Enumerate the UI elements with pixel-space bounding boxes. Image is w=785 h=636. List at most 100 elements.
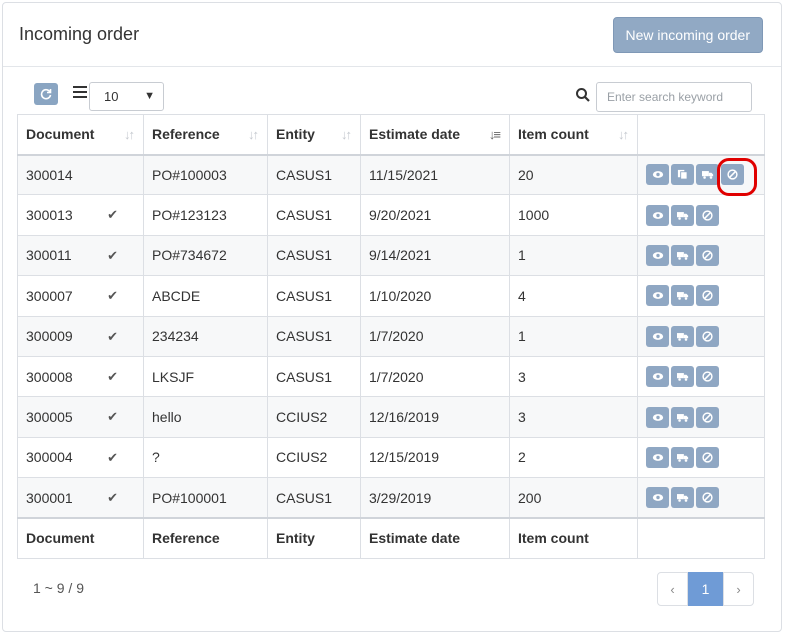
view-icon [652,251,664,260]
cancel-icon [702,209,713,221]
pagination-info: 1 ~ 9 / 9 [33,580,84,596]
view-button[interactable] [646,244,669,266]
cell-estimate-date: 12/15/2019 [360,436,510,479]
truck-icon [676,493,689,502]
view-icon [652,332,664,341]
view-icon [652,493,664,502]
cell-item-count: 1 [509,234,638,277]
table-row[interactable]: 300005 ✔ hello CCIUS2 12/16/2019 3 [17,396,765,438]
cell-actions [637,315,765,357]
row-actions [646,244,756,266]
copy-icon [677,169,688,180]
col-item-count[interactable]: Item count ↓↑ [509,114,638,156]
page-1-button[interactable]: 1 [688,572,723,606]
cell-actions [637,355,765,398]
cell-estimate-date: 9/14/2021 [360,234,510,277]
cell-actions [637,234,765,277]
page-size-select[interactable]: 10 ▼ [89,82,164,111]
truck-button[interactable] [671,204,694,226]
cell-reference: hello [143,396,268,438]
cell-entity: CASUS1 [267,153,361,196]
cell-document: 300007 ✔ [17,275,144,317]
view-button[interactable] [646,446,669,468]
table-toolbar: 10 ▼ [3,67,781,119]
refresh-button[interactable] [34,83,58,105]
view-button[interactable] [646,285,669,307]
table-row[interactable]: 300004 ✔? CCIUS2 12/15/2019 2 [17,436,765,479]
row-actions [646,446,756,468]
footer-item-count: Item count [509,517,638,559]
truck-button[interactable] [671,406,694,428]
table-row[interactable]: 300009 ✔ 234234 CASUS1 1/7/2020 1 [17,315,765,357]
cancel-button[interactable] [721,164,744,186]
cancel-button[interactable] [696,325,719,347]
view-button[interactable] [646,204,669,226]
cell-reference: ABCDE [143,275,268,317]
truck-button[interactable] [671,244,694,266]
cell-estimate-date: 1/10/2020 [360,275,510,317]
cancel-icon [702,290,713,301]
next-page-button[interactable]: › [723,572,754,606]
row-actions [646,285,756,307]
document-number: 300014 [26,166,73,183]
cell-reference: 234234 [143,315,268,357]
view-button[interactable] [646,366,669,388]
prev-page-button[interactable]: ‹ [657,572,688,606]
truck-button[interactable] [671,487,694,509]
cell-document: 300009 ✔ [17,315,144,357]
view-icon [652,413,664,422]
document-number: 300001 [26,489,73,506]
page-title: Incoming order [19,24,140,44]
cell-entity: CASUS1 [267,355,361,398]
table-row[interactable]: 300007 ✔ ABCDE CASUS1 1/10/2020 4 [17,275,765,317]
truck-button[interactable] [671,446,694,468]
col-item-count-label: Item count [518,126,589,143]
check-icon: ✔ [107,449,118,465]
truck-button[interactable] [696,164,719,186]
cancel-icon [702,411,713,423]
cancel-button[interactable] [696,406,719,428]
table-row[interactable]: 300014 PO#100003 CASUS1 11/15/2021 20 [17,153,765,196]
cancel-icon [702,331,713,342]
cell-item-count: 20 [509,153,638,196]
cell-document: 300014 [17,153,144,196]
cell-actions [637,477,765,519]
col-estimate-date[interactable]: Estimate date ↓≡ [360,114,510,156]
cell-actions [637,275,765,317]
table-row[interactable]: 300001 ✔ PO#100001 CASUS1 3/29/2019 200 [17,477,765,519]
table-row[interactable]: 300013 ✔ PO#123123 CASUS1 9/20/2021 1000 [17,194,765,236]
cell-entity: CASUS1 [267,477,361,519]
cancel-button[interactable] [696,285,719,307]
col-document[interactable]: Document ↓↑ [17,114,144,156]
cancel-button[interactable] [696,446,719,468]
footer-estimate-date: Estimate date [360,517,510,559]
new-incoming-order-button[interactable]: New incoming order [612,16,763,53]
truck-button[interactable] [671,285,694,307]
cell-item-count: 200 [509,477,638,519]
cancel-button[interactable] [696,366,719,388]
cell-estimate-date: 3/29/2019 [360,477,510,519]
footer-reference: Reference [143,517,268,559]
row-actions [646,406,756,428]
row-actions [646,325,756,347]
cell-reference: PO#734672 [143,234,268,277]
view-button[interactable] [646,325,669,347]
table-row[interactable]: 300011 ✔ PO#734672 CASUS1 9/14/2021 1 [17,234,765,277]
cancel-button[interactable] [696,204,719,226]
view-button[interactable] [646,406,669,428]
col-estimate-date-label: Estimate date [369,126,461,143]
cell-entity: CASUS1 [267,194,361,236]
view-button[interactable] [646,164,669,186]
view-button[interactable] [646,487,669,509]
cancel-button[interactable] [696,244,719,266]
col-entity[interactable]: Entity ↓↑ [267,114,361,156]
copy-button[interactable] [671,164,694,186]
truck-button[interactable] [671,366,694,388]
footer-document: Document [17,517,144,559]
cancel-button[interactable] [696,487,719,509]
table-row[interactable]: 300008 ✔ LKSJF CASUS1 1/7/2020 3 [17,355,765,398]
pagination: ‹ 1 › [657,572,754,606]
col-reference[interactable]: Reference ↓↑ [143,114,268,156]
truck-button[interactable] [671,325,694,347]
search-input[interactable] [596,82,752,112]
